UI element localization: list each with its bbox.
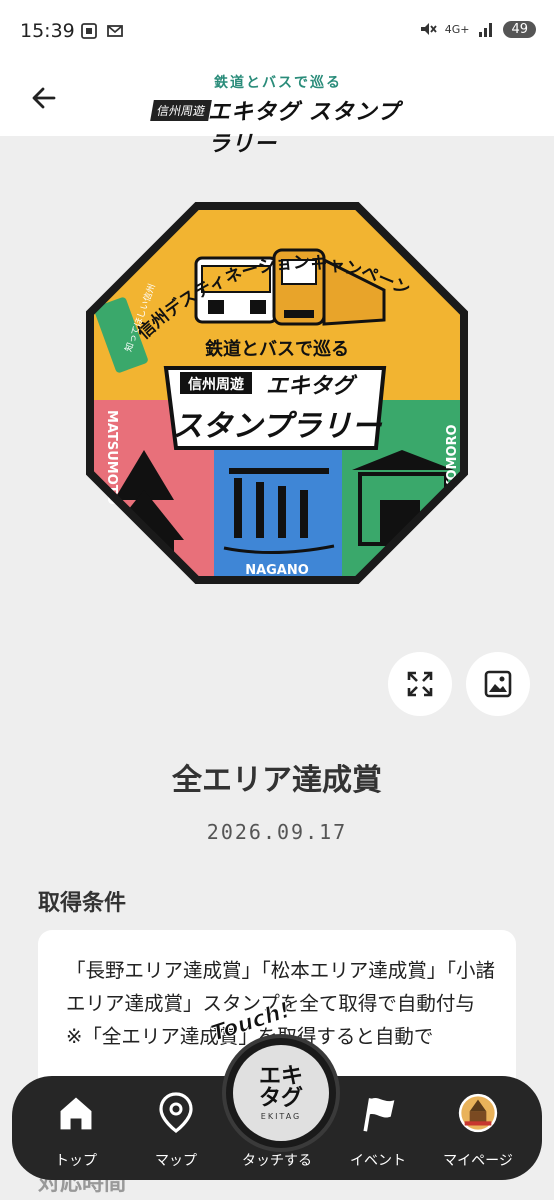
stamp-banner-line1: エキタグ <box>266 374 358 399</box>
stamp-tagline: 鉄道とバスで巡る <box>205 338 349 360</box>
nav-item-map[interactable]: マップ <box>130 1076 222 1180</box>
back-button[interactable] <box>24 78 64 118</box>
stamp-date: 2026.09.17 <box>206 820 348 844</box>
stamp-banner-line2: スタンプラリー <box>172 409 382 444</box>
status-notification-icons <box>80 22 124 40</box>
touch-logo-line2: タグ <box>258 1085 303 1111</box>
nav-label-event: イベント <box>350 1153 406 1169</box>
flag-icon <box>358 1090 398 1136</box>
stamp-banner-small: 信州周遊 <box>188 376 244 393</box>
app-logo: 鉄道とバスで巡る 信州周遊 エキタグ スタンプラリー <box>150 72 410 157</box>
status-time: 15:39 <box>20 20 75 42</box>
nav-label-map: マップ <box>155 1153 197 1169</box>
nav-label-mypage: マイページ <box>443 1153 513 1169</box>
arrow-left-icon <box>32 87 56 109</box>
image-button[interactable] <box>466 652 530 716</box>
nav-item-top[interactable]: トップ <box>30 1076 122 1180</box>
touch-logo-line1: エキ <box>258 1063 303 1089</box>
ekitag-touch-icon: エキ タグ EKITAG <box>233 1045 329 1141</box>
stamp-title: 全エリア達成賞 <box>172 763 382 798</box>
touch-logo-sub: EKITAG <box>260 1111 302 1121</box>
mute-icon <box>420 23 437 35</box>
nav-label-touch: タッチする <box>242 1153 312 1169</box>
signal-icon <box>479 23 493 37</box>
fullscreen-button[interactable] <box>388 652 452 716</box>
status-bar: 15:39 4G+ 49 <box>0 0 554 64</box>
home-icon <box>56 1090 96 1136</box>
image-icon <box>484 670 512 698</box>
touch-button[interactable]: エキ タグ EKITAG <box>222 1034 340 1152</box>
nav-item-event[interactable]: イベント <box>332 1076 424 1180</box>
screenshot-icon <box>81 23 97 39</box>
app-header: 鉄道とバスで巡る 信州周遊 エキタグ スタンプラリー <box>0 64 554 157</box>
battery-level: 49 <box>503 20 536 38</box>
avatar-stamp-icon <box>458 1090 498 1136</box>
map-pin-icon <box>156 1090 196 1136</box>
area-label-nagano: NAGANO <box>245 563 309 578</box>
mail-icon <box>107 25 123 37</box>
stamp-image: 信州デスティネーションキャンペーン プレキャンペーン 知ってほしい信州 鉄道とバ… <box>84 200 468 584</box>
expand-icon <box>407 671 433 697</box>
stamp-banner: 信州周遊 エキタグ スタンプラリー <box>163 366 387 450</box>
nav-item-mypage[interactable]: マイページ <box>432 1076 524 1180</box>
network-type: 4G+ <box>444 22 470 36</box>
logo-tagline: 鉄道とバスで巡る <box>214 75 342 91</box>
status-system-icons: 4G+ 49 <box>419 20 536 38</box>
nav-label-top: トップ <box>55 1153 97 1169</box>
logo-main-label: エキタグ スタンプラリー <box>208 100 400 157</box>
logo-small-label: 信州周遊 <box>150 100 212 121</box>
condition-heading: 取得条件 <box>38 891 127 916</box>
